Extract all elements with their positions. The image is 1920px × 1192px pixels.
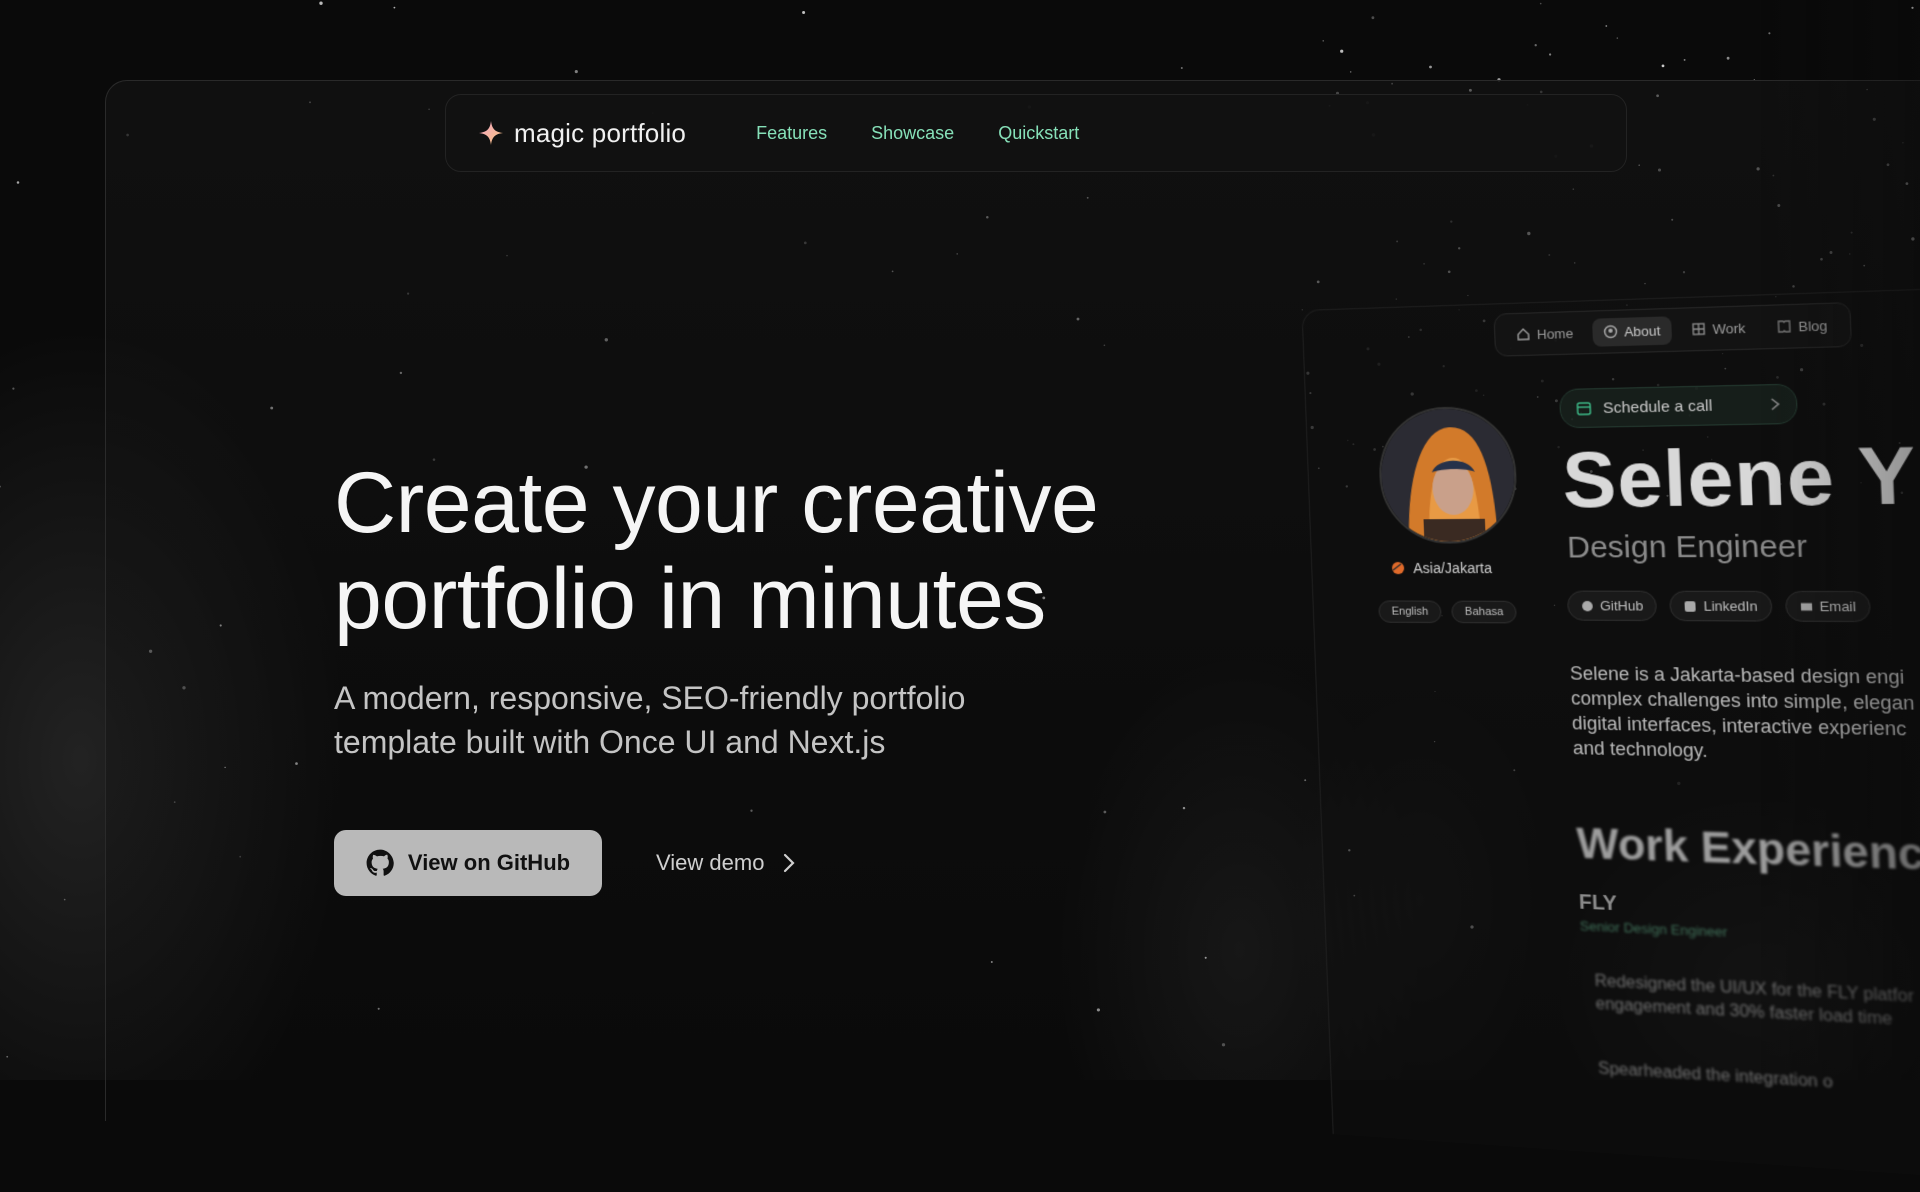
github-button-label: View on GitHub xyxy=(407,850,571,875)
main-nav: Features Showcase Quickstart xyxy=(756,123,1079,144)
star xyxy=(393,6,396,9)
social-link-label: Email xyxy=(1819,598,1857,615)
star xyxy=(1539,2,1542,5)
nav-features[interactable]: Features xyxy=(756,123,827,144)
preview-nav-about[interactable]: About xyxy=(1591,315,1672,347)
schedule-call-button[interactable]: Schedule a call xyxy=(1558,383,1799,429)
profile-name: Selene Y xyxy=(1560,430,1919,525)
star xyxy=(1429,65,1432,69)
home-icon xyxy=(1516,327,1531,342)
star xyxy=(1726,56,1730,60)
profile-bio: Selene is a Jakarta-based design engi co… xyxy=(1570,661,1920,772)
preview-nav-label: Work xyxy=(1712,319,1746,337)
demo-link-label: View demo xyxy=(656,850,765,875)
social-links: GitHub LinkedIn Email xyxy=(1566,590,1872,623)
hero-title-line: portfolio in minutes xyxy=(334,551,1046,647)
star xyxy=(802,11,806,14)
social-link-email[interactable]: Email xyxy=(1784,590,1872,623)
github-icon xyxy=(366,849,394,876)
view-demo-link[interactable]: View demo xyxy=(656,830,796,896)
star xyxy=(6,1055,9,1058)
logo[interactable]: magic portfolio xyxy=(478,118,686,149)
timezone-label: Asia/Jakarta xyxy=(1391,559,1493,577)
star xyxy=(1616,37,1619,39)
star xyxy=(1349,71,1352,73)
hero-title: Create your creative portfolio in minute… xyxy=(334,455,1234,647)
globe-icon xyxy=(1391,561,1405,575)
view-on-github-button[interactable]: View on GitHub xyxy=(334,830,602,896)
person-icon xyxy=(1603,324,1618,339)
github-icon xyxy=(1581,600,1593,611)
schedule-call-label: Schedule a call xyxy=(1602,396,1713,417)
top-navbar: magic portfolio Features Showcase Quicks… xyxy=(445,94,1627,172)
hero-title-line: Create your creative xyxy=(334,455,1099,551)
preview-nav-label: About xyxy=(1623,322,1661,340)
nav-quickstart[interactable]: Quickstart xyxy=(998,123,1079,144)
star xyxy=(1605,25,1608,27)
star xyxy=(574,70,578,74)
star xyxy=(16,181,20,184)
email-icon xyxy=(1800,602,1812,611)
star xyxy=(63,898,66,901)
nav-showcase[interactable]: Showcase xyxy=(871,123,954,144)
preview-nav-label: Blog xyxy=(1798,317,1828,335)
language-chips: English Bahasa xyxy=(1378,600,1518,624)
hero-subtitle-line: A modern, responsive, SEO-friendly portf… xyxy=(334,680,966,716)
sparkle-icon xyxy=(479,121,503,145)
star xyxy=(0,485,1,488)
language-chip: English xyxy=(1378,600,1442,624)
avatar-image xyxy=(1378,407,1517,542)
chevron-right-icon xyxy=(1769,397,1781,412)
profile-role: Design Engineer xyxy=(1566,529,1808,565)
social-link-linkedin[interactable]: LinkedIn xyxy=(1669,590,1773,622)
company-name: FLY xyxy=(1578,890,1618,916)
star xyxy=(319,1,323,5)
social-link-github[interactable]: GitHub xyxy=(1566,590,1658,622)
language-chip: Bahasa xyxy=(1451,600,1518,624)
portfolio-preview: Home About Work Blog Asia/Jakarta Englis… xyxy=(1300,238,1920,1192)
book-icon xyxy=(1776,319,1792,334)
star xyxy=(1371,16,1375,20)
star xyxy=(1768,32,1771,35)
star xyxy=(1340,49,1344,53)
logo-text: magic portfolio xyxy=(514,117,687,148)
star xyxy=(1661,64,1665,68)
chevron-right-icon xyxy=(784,853,795,873)
preview-nav-work[interactable]: Work xyxy=(1679,313,1757,344)
star xyxy=(1548,53,1552,56)
linkedin-icon xyxy=(1684,600,1697,612)
hero-subtitle-line: template built with Once UI and Next.js xyxy=(334,724,886,760)
star xyxy=(1911,6,1914,9)
grid-icon xyxy=(1690,321,1706,336)
preview-nav-home[interactable]: Home xyxy=(1505,319,1584,349)
calendar-icon xyxy=(1575,400,1593,417)
star xyxy=(1683,58,1686,61)
timezone-text: Asia/Jakarta xyxy=(1412,559,1493,577)
hero-subtitle: A modern, responsive, SEO-friendly portf… xyxy=(334,676,1054,764)
star xyxy=(1534,44,1537,47)
social-link-label: LinkedIn xyxy=(1703,598,1758,615)
star xyxy=(1180,66,1183,70)
preview-nav-blog[interactable]: Blog xyxy=(1765,310,1840,341)
star xyxy=(12,387,15,390)
social-link-label: GitHub xyxy=(1599,597,1644,614)
star xyxy=(1322,40,1324,42)
preview-nav-label: Home xyxy=(1536,325,1574,342)
